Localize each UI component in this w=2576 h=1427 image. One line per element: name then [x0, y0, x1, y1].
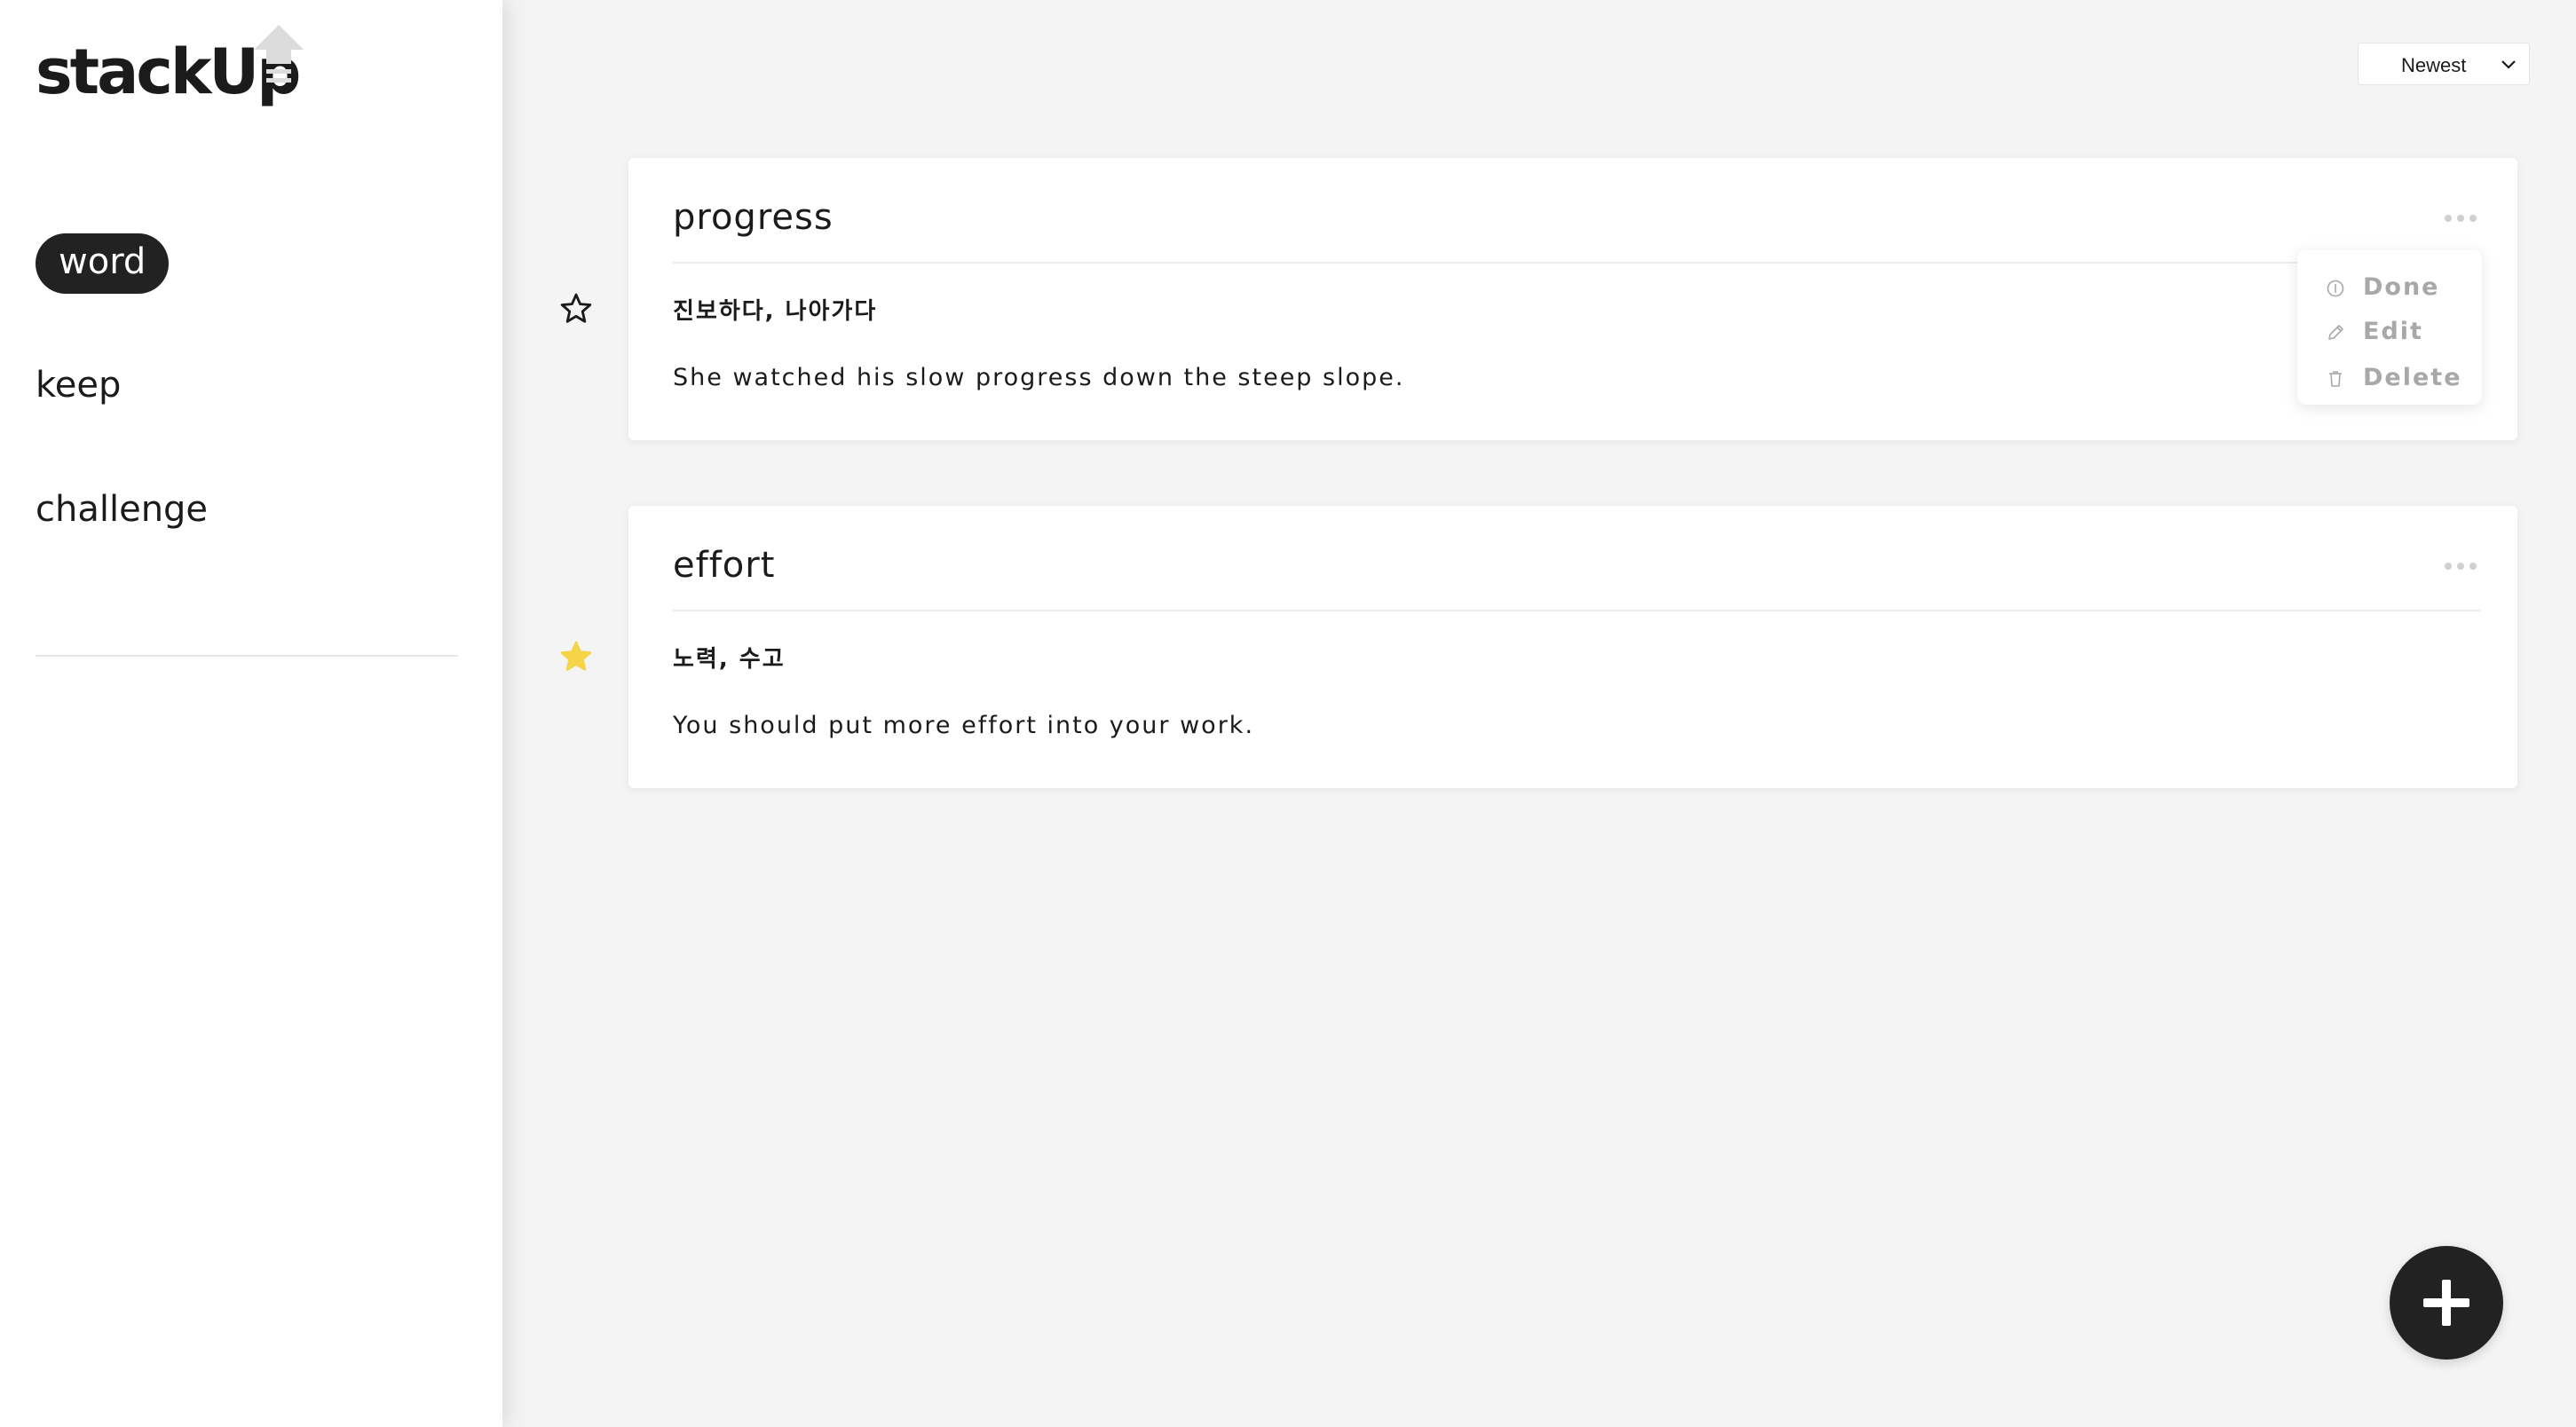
- sidebar: stackUp word keep challenge: [0, 0, 502, 1427]
- word-title: progress: [673, 197, 834, 238]
- sidebar-item-challenge[interactable]: challenge: [36, 492, 208, 527]
- sidebar-item-word[interactable]: word: [36, 233, 170, 294]
- menu-item-done[interactable]: Done: [2326, 268, 2477, 304]
- menu-item-delete[interactable]: Delete: [2326, 359, 2477, 394]
- menu-item-edit[interactable]: Edit: [2326, 312, 2477, 348]
- sidebar-divider: [36, 655, 458, 657]
- sort-selected-value: Newest: [2401, 54, 2467, 76]
- more-options-icon[interactable]: [2439, 209, 2484, 227]
- menu-item-label: Edit: [2363, 318, 2423, 345]
- word-example: You should put more effort into your wor…: [673, 712, 1255, 739]
- star-icon[interactable]: [559, 292, 593, 326]
- chevron-down-icon: [2501, 60, 2516, 69]
- card-divider: [673, 262, 2480, 264]
- pencil-icon: [2328, 325, 2343, 340]
- up-arrow-icon: [254, 25, 304, 83]
- star-filled-icon[interactable]: [559, 640, 593, 674]
- trash-icon: [2329, 371, 2342, 387]
- word-example: She watched his slow progress down the s…: [673, 364, 1405, 391]
- add-word-button[interactable]: [2390, 1246, 2503, 1360]
- plus-icon: [2423, 1280, 2469, 1326]
- card-context-menu: Done Edit Delete: [2297, 250, 2482, 405]
- word-card: progress 진보하다, 나아가다 She watched his slow…: [628, 158, 2517, 440]
- sidebar-item-keep[interactable]: keep: [36, 367, 121, 403]
- menu-item-label: Done: [2363, 273, 2440, 301]
- word-meaning: 노력, 수고: [673, 646, 786, 673]
- menu-item-label: Delete: [2363, 364, 2462, 391]
- sort-select[interactable]: Newest: [2358, 43, 2530, 85]
- more-options-icon[interactable]: [2439, 557, 2484, 575]
- word-card: effort 노력, 수고 You should put more effort…: [628, 506, 2517, 788]
- circle-icon: [2327, 280, 2344, 297]
- logo[interactable]: stackUp: [36, 25, 320, 122]
- word-title: effort: [673, 545, 776, 586]
- word-meaning: 진보하다, 나아가다: [673, 298, 878, 325]
- card-divider: [673, 610, 2480, 611]
